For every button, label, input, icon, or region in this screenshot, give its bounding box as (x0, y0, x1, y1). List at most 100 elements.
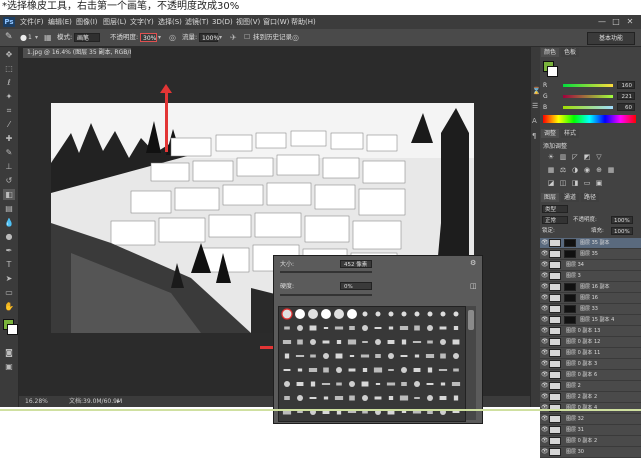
brush-preset-thumbnail[interactable] (453, 326, 459, 330)
visibility-eye-icon[interactable]: 👁 (541, 403, 549, 413)
brush-preset-thumbnail[interactable] (375, 354, 381, 358)
history-brush-tool-icon[interactable]: ↺ (3, 175, 15, 186)
brush-preset-thumbnail[interactable] (310, 339, 316, 345)
brush-preset-thumbnail[interactable] (373, 367, 383, 373)
brush-preset-thumbnail[interactable] (401, 411, 407, 413)
brush-preset-thumbnail[interactable] (427, 367, 433, 373)
flow-input[interactable]: 100% (199, 33, 219, 42)
menu-select[interactable]: 选择(S) (158, 15, 182, 29)
tab-layers[interactable]: 图层 (541, 193, 560, 202)
brush-preset-thumbnail[interactable] (374, 327, 382, 329)
brush-preset-thumbnail[interactable] (347, 339, 357, 345)
brush-preset-thumbnail[interactable] (387, 340, 395, 344)
color-slider-r[interactable]: R 160 (543, 81, 638, 90)
brush-tool-icon[interactable]: ✎ (3, 147, 15, 158)
new-preset-icon[interactable]: ◫ (470, 282, 478, 290)
visibility-eye-icon[interactable]: 👁 (541, 414, 549, 424)
brush-preset-thumbnail[interactable] (399, 395, 409, 401)
brush-hardness-input[interactable]: 0% (340, 282, 372, 290)
brush-preset-thumbnail[interactable] (412, 341, 422, 343)
brush-preset-thumbnail[interactable] (374, 396, 382, 400)
brush-preset-thumbnail[interactable] (388, 369, 394, 371)
paragraph-panel-icon[interactable]: ¶ (532, 132, 536, 140)
color-slider-b[interactable]: B 60 (543, 103, 638, 112)
brush-preset-thumbnail[interactable] (375, 383, 381, 385)
brush-preset-thumbnail[interactable] (452, 339, 460, 345)
hand-tool-icon[interactable]: ✋ (3, 301, 15, 312)
brush-preset-thumbnail[interactable] (310, 381, 316, 387)
brush-preset-thumbnail[interactable] (401, 382, 407, 386)
brush-preset-thumbnail[interactable] (440, 382, 446, 386)
exposure-icon[interactable]: ◩ (583, 153, 591, 161)
maximize-icon[interactable]: □ (610, 16, 622, 27)
color-spectrum-bar[interactable] (543, 115, 636, 123)
brush-preset-thumbnail[interactable] (323, 353, 329, 359)
layer-row[interactable]: 👁 图层 35 副本 (540, 238, 641, 249)
visibility-eye-icon[interactable]: 👁 (541, 370, 549, 380)
visibility-eye-icon[interactable]: 👁 (541, 326, 549, 336)
visibility-eye-icon[interactable]: 👁 (541, 282, 549, 292)
brush-preset-thumbnail[interactable] (308, 309, 318, 319)
eyedropper-tool-icon[interactable]: ⁄ (3, 119, 15, 130)
layer-row[interactable]: 👁 图层 0 副本 2 (540, 436, 641, 447)
gradient-tool-icon[interactable]: ▤ (3, 203, 15, 214)
brush-preset-thumbnail[interactable] (414, 397, 420, 399)
brush-preset-thumbnail[interactable] (440, 311, 446, 317)
layer-row[interactable]: 👁 图层 15 副本 4 (540, 315, 641, 326)
layer-row[interactable]: 👁 图层 0 副本 3 (540, 359, 641, 370)
dodge-tool-icon[interactable]: ● (3, 231, 15, 242)
layer-row[interactable]: 👁 图层 3 (540, 271, 641, 282)
brush-preset-thumbnail[interactable] (453, 311, 459, 317)
path-select-tool-icon[interactable]: ➤ (3, 273, 15, 284)
visibility-eye-icon[interactable]: 👁 (541, 348, 549, 358)
layer-row[interactable]: 👁 图层 33 (540, 304, 641, 315)
levels-icon[interactable]: ▥ (559, 153, 567, 161)
layer-row[interactable]: 👁 图层 35 (540, 249, 641, 260)
brush-preset-thumbnail[interactable] (388, 326, 394, 330)
layer-mask-thumbnail[interactable] (564, 239, 576, 247)
brush-preset-thumbnail[interactable] (308, 368, 318, 372)
brush-preset-thumbnail[interactable] (284, 381, 290, 387)
menu-image[interactable]: 图像(I) (76, 15, 98, 29)
gear-icon[interactable]: ⚙ (470, 259, 478, 267)
color-balance-icon[interactable]: ⚖ (559, 166, 567, 174)
brush-preset-thumbnail[interactable] (414, 354, 420, 358)
brightness-icon[interactable]: ☀ (547, 153, 555, 161)
visibility-eye-icon[interactable]: 👁 (541, 381, 549, 391)
opacity-input[interactable]: 30% (140, 33, 157, 42)
brush-preset-thumbnail[interactable] (414, 311, 420, 317)
eraser-tool-icon[interactable]: ✎ (5, 29, 13, 46)
menu-help[interactable]: 帮助(H) (291, 15, 316, 29)
lasso-tool-icon[interactable]: ℓ (3, 77, 15, 88)
brush-preset-thumbnail[interactable] (284, 353, 290, 359)
brush-preset-icon[interactable]: ● (20, 29, 27, 46)
brush-preset-thumbnail[interactable] (427, 311, 433, 317)
brush-preset-thumbnail[interactable] (451, 382, 461, 386)
tab-styles[interactable]: 样式 (561, 129, 580, 138)
menu-type[interactable]: 文字(Y) (130, 15, 154, 29)
quick-mask-icon[interactable]: ◙ (3, 347, 15, 358)
visibility-eye-icon[interactable]: 👁 (541, 425, 549, 435)
brush-preset-thumbnail[interactable] (334, 396, 344, 400)
brush-preset-thumbnail[interactable] (295, 355, 305, 357)
layer-row[interactable]: 👁 图层 0 副本 11 (540, 348, 641, 359)
properties-panel-icon[interactable]: ☰ (532, 102, 538, 110)
vibrance-icon[interactable]: ▽ (595, 153, 603, 161)
brush-preset-thumbnail[interactable] (284, 396, 290, 400)
brush-preset-thumbnail[interactable] (440, 339, 446, 345)
brush-preset-thumbnail[interactable] (427, 340, 433, 344)
tab-channels[interactable]: 通道 (561, 193, 580, 202)
visibility-eye-icon[interactable]: 👁 (541, 436, 549, 446)
brush-grid-scrollbar[interactable] (466, 306, 476, 420)
layer-row[interactable]: 👁 图层 16 副本 (540, 282, 641, 293)
tab-swatches[interactable]: 色板 (561, 48, 580, 57)
brush-preset-thumbnail[interactable] (336, 382, 342, 386)
eraser-tool-icon[interactable]: ◧ (3, 189, 15, 200)
brush-preset-thumbnail[interactable] (362, 325, 368, 331)
brush-preset-thumbnail[interactable] (440, 353, 446, 359)
brush-preset-thumbnail[interactable] (401, 339, 407, 345)
brush-preset-thumbnail[interactable] (349, 395, 355, 401)
layer-mask-thumbnail[interactable] (564, 305, 576, 313)
crop-tool-icon[interactable]: ⌗ (3, 105, 15, 116)
brush-preset-thumbnail[interactable] (297, 395, 303, 401)
